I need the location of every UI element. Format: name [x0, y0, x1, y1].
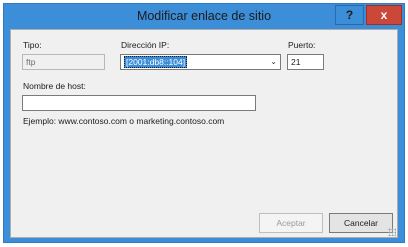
host-label: Nombre de host: — [23, 81, 86, 91]
port-label: Puerto: — [288, 40, 316, 50]
example-hint: Ejemplo: www.contoso.com o marketing.con… — [23, 116, 225, 126]
type-select: ftp — [22, 54, 105, 70]
type-value: ftp — [26, 57, 36, 67]
accept-button[interactable]: Aceptar — [259, 213, 323, 233]
help-button[interactable]: ? — [335, 5, 364, 25]
dialog-body: Tipo: ftp Dirección IP: [2001:db8::104] … — [10, 29, 398, 238]
title-bar[interactable]: Modificar enlace de sitio ? x — [4, 4, 404, 30]
resize-grip[interactable] — [388, 228, 396, 236]
port-input[interactable]: 21 — [287, 54, 324, 70]
close-button[interactable]: x — [366, 5, 402, 25]
host-name-input[interactable] — [22, 95, 256, 111]
chevron-down-icon[interactable]: ⌄ — [270, 55, 277, 69]
dialog-window: Modificar enlace de sitio ? x Tipo: ftp … — [3, 3, 405, 243]
ip-address-value: [2001:db8::104] — [124, 56, 188, 68]
ip-label: Dirección IP: — [121, 40, 170, 50]
type-label: Tipo: — [23, 40, 42, 50]
ip-address-select[interactable]: [2001:db8::104] ⌄ — [120, 54, 281, 70]
cancel-button[interactable]: Cancelar — [329, 213, 393, 233]
